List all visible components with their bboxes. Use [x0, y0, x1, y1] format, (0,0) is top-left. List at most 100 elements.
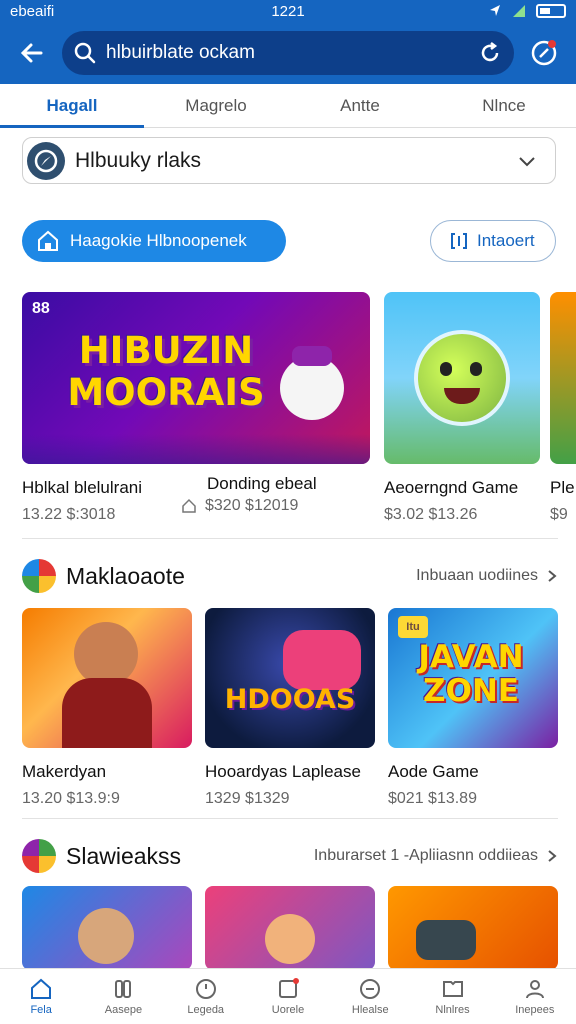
featured-card-2-image — [384, 292, 540, 464]
game-card-price: $021 $13.89 — [388, 790, 558, 808]
smiley-image — [414, 330, 510, 426]
featured-card-3[interactable]: Ple $9 — [550, 292, 576, 524]
tab-bar: Hagall Magrelo Antte Nlnce — [0, 84, 576, 128]
home-icon — [31, 978, 52, 999]
status-bar: ebeaifi 1221 — [0, 0, 576, 22]
primary-action-button[interactable]: Haagokie Hlbnoopenek — [22, 220, 286, 262]
gamepad-image — [283, 630, 361, 690]
featured-card-2-title: Aeoerngnd Game — [384, 478, 519, 497]
featured-badge: 88 — [32, 300, 50, 317]
book-icon — [442, 981, 463, 997]
tab-magrelo[interactable]: Magrelo — [144, 84, 288, 127]
nav-item-legends[interactable]: Legeda — [165, 969, 247, 1024]
game-card-art-title: JAVAN ZONE — [418, 639, 524, 709]
game-card[interactable]: Makerdyan 13.20 $13.9:9 — [22, 608, 192, 808]
game-card[interactable]: Itu JAVAN ZONE Aode Game $021 $13.89 — [388, 608, 558, 808]
game-card-title: Hooardyas Laplease — [205, 762, 361, 781]
featured-row: 88 HIBUZIN MOORAIS Hblkal blelulrani 13.… — [22, 292, 382, 524]
search-input[interactable] — [106, 42, 468, 64]
game-card-image[interactable] — [22, 886, 192, 970]
featured-card-2[interactable]: Aeoerngnd Game $3.02 $13.26 — [384, 292, 540, 524]
section-logo-icon — [22, 559, 56, 593]
featured-card-2-price: $3.02 $13.26 — [384, 506, 478, 523]
section-header: Maklaoaote Inbuaan uodiines — [22, 558, 558, 594]
nav-item-library[interactable]: Nlnlres — [411, 969, 493, 1024]
clock-icon — [195, 979, 216, 999]
nav-item-home[interactable]: Fela — [0, 969, 82, 1024]
game-card-art-badge: Itu — [398, 616, 428, 638]
section-more-link[interactable]: Inburarset 1 -Apliiasnn oddiieas — [314, 847, 558, 865]
notification-button[interactable] — [526, 35, 562, 71]
nav-item-label: Legeda — [187, 1004, 225, 1016]
game-card[interactable]: HDOOAS Hooardyas Laplease 1329 $1329 — [205, 608, 375, 808]
search-box[interactable] — [62, 31, 514, 75]
nav-item-updates[interactable]: Uorele — [247, 969, 329, 1024]
user-icon — [525, 980, 544, 999]
nav-item-games[interactable]: Aasepe — [82, 969, 164, 1024]
section-divider — [22, 818, 558, 819]
apps-icon — [115, 980, 132, 998]
category-logo-icon — [27, 141, 65, 180]
battery-icon — [536, 4, 566, 18]
featured-secondary-title: Donding ebeal — [207, 474, 317, 493]
primary-action-label: Haagokie Hlbnoopenek — [70, 231, 247, 250]
compass-icon — [531, 40, 557, 66]
section-more-label: Inburarset 1 -Apliiasnn oddiieas — [313, 847, 538, 864]
action-row: Haagokie Hlbnoopenek Intaoert — [22, 220, 556, 262]
warrior-head — [74, 622, 138, 686]
app-bar — [0, 22, 576, 84]
game-card-image: Itu JAVAN ZONE — [388, 608, 558, 748]
featured-secondary-price-row: $320 $12019 — [181, 497, 298, 515]
section-more-label: Inbuaan uodiines — [416, 567, 538, 584]
game-card-title: Aode Game — [388, 762, 479, 781]
bracket-icon — [451, 233, 467, 249]
game-card-image: HDOOAS — [205, 608, 375, 748]
game-card-title: Makerdyan — [22, 762, 107, 781]
nav-item-label: Hlealse — [351, 1004, 389, 1016]
tab-antte[interactable]: Antte — [288, 84, 432, 127]
home-icon — [38, 230, 58, 251]
status-time: 1221 — [271, 2, 305, 20]
tab-hagall[interactable]: Hagall — [0, 84, 144, 128]
game-card-art-title: HDOOAS — [224, 684, 356, 715]
section-logo-icon — [22, 839, 56, 873]
nav-item-profile[interactable]: Inepees — [494, 969, 576, 1024]
bottom-nav: Fela Aasepe Legeda Uorele Hlealse Nlnlre… — [0, 968, 576, 1024]
game-card-price: 1329 $1329 — [205, 790, 290, 807]
warrior-body — [62, 678, 152, 748]
game-card-image[interactable] — [388, 886, 558, 970]
section-title: Slawieakss — [66, 842, 182, 869]
nav-item-label: Uorele — [271, 1004, 305, 1016]
section-more-link[interactable]: Inbuaan uodiines — [416, 567, 558, 585]
back-button[interactable] — [14, 35, 50, 71]
back-arrow-icon — [20, 43, 43, 63]
game-card-image — [22, 608, 192, 748]
chevron-right-icon — [548, 850, 557, 862]
refresh-icon[interactable] — [478, 41, 502, 65]
featured-card-3-image — [550, 292, 576, 464]
featured-card-3-title: Ple — [550, 478, 575, 497]
circle-minus-icon — [360, 979, 381, 999]
secondary-action-button[interactable]: Intaoert — [430, 220, 556, 262]
game-card-price-value: $021 $13.89 — [388, 790, 477, 807]
chevron-down-icon — [519, 156, 535, 166]
category-select-value: Hlbuuky rlaks — [75, 148, 202, 172]
section-title: Maklaoaote — [66, 562, 185, 589]
house-outline-icon — [182, 498, 196, 513]
secondary-action-label: Intaoert — [477, 231, 535, 250]
nav-item-health[interactable]: Hlealse — [329, 969, 411, 1024]
controller-image — [416, 920, 476, 960]
nav-item-label: Nlnlres — [435, 1004, 470, 1016]
search-icon — [74, 42, 96, 64]
game-card-image[interactable] — [205, 886, 375, 970]
nav-item-label: Inepees — [515, 1004, 555, 1016]
game-card-price: 13.20 $13.9:9 — [22, 790, 120, 807]
tab-nlnce[interactable]: Nlnce — [432, 84, 576, 127]
category-select[interactable]: Hlbuuky rlaks — [22, 137, 556, 184]
nav-item-label: Aasepe — [104, 1004, 143, 1016]
inbox-icon — [278, 978, 299, 998]
featured-secondary-price: $320 $12019 — [205, 497, 299, 514]
chevron-right-icon — [548, 570, 557, 582]
section-header: Slawieakss Inburarset 1 -Apliiasnn oddii… — [22, 838, 558, 874]
featured-card-3-price: $9 — [550, 506, 568, 523]
